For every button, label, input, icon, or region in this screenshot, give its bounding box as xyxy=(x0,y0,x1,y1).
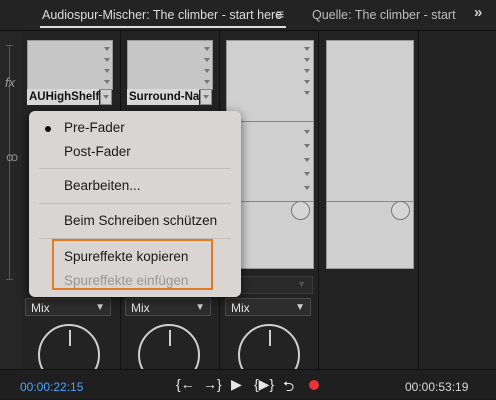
fx-label: fx xyxy=(5,75,16,90)
effect-slot-2[interactable]: Surround-Nac xyxy=(127,89,199,105)
dropdown-arrow-icon[interactable] xyxy=(204,47,210,51)
knob-indicator xyxy=(69,330,71,346)
knob-indicator xyxy=(269,330,271,346)
dropdown-arrow-icon[interactable] xyxy=(104,58,110,62)
channel-mode-dropdown[interactable]: Mix ▼ xyxy=(225,298,311,316)
go-to-out-point-icon[interactable]: →} xyxy=(203,376,222,392)
dropdown-arrow-icon[interactable] xyxy=(104,47,110,51)
dropdown-arrow-icon[interactable] xyxy=(304,47,310,51)
dropdown-arrow-icon[interactable] xyxy=(304,172,310,176)
dropdown-arrow-icon[interactable] xyxy=(104,80,110,84)
channel-mode-dropdown[interactable]: Mix ▼ xyxy=(25,298,111,316)
effect-dropdown[interactable] xyxy=(200,89,212,105)
double-chevron-right-icon[interactable]: » xyxy=(474,4,482,21)
active-tab-underline xyxy=(40,26,286,28)
knob-indicator xyxy=(169,330,171,346)
record-icon[interactable] xyxy=(309,380,319,390)
hamburger-icon[interactable]: ≡ xyxy=(276,6,284,22)
current-timecode[interactable]: 00:00:22:15 xyxy=(20,380,83,394)
effect-dropdown[interactable] xyxy=(100,89,112,105)
dropdown-arrow-icon[interactable] xyxy=(204,58,210,62)
sidebar-tick xyxy=(6,279,13,280)
play-in-to-out-icon[interactable]: {▶} xyxy=(254,376,274,393)
send-level-knob[interactable] xyxy=(291,201,310,220)
strip-divider xyxy=(318,31,319,369)
dropdown-arrow-icon[interactable] xyxy=(204,80,210,84)
menu-item-write-protect[interactable]: Beim Schreiben schützen xyxy=(64,213,217,228)
sends-icon: ꝏ xyxy=(6,150,19,164)
dropdown-value: Mix xyxy=(231,301,250,315)
menu-item-post-fader[interactable]: Post-Fader xyxy=(64,144,131,159)
effects-insert-area[interactable] xyxy=(127,40,213,90)
dropdown-value: Mix xyxy=(31,301,50,315)
chevron-down-icon: ▼ xyxy=(297,279,306,289)
tab-audio-track-mixer[interactable]: Audiospur-Mischer: The climber - start h… xyxy=(42,8,282,22)
effects-and-sends-area[interactable] xyxy=(326,40,414,269)
tab-source[interactable]: Quelle: The climber - start h xyxy=(312,8,456,22)
dropdown-arrow-icon[interactable] xyxy=(304,130,310,134)
dropdown-arrow-icon[interactable] xyxy=(204,69,210,73)
dropdown-arrow-icon[interactable] xyxy=(304,91,310,95)
selected-bullet-icon xyxy=(45,126,51,132)
go-to-in-point-icon[interactable]: {← xyxy=(176,376,195,392)
dropdown-arrow-icon xyxy=(203,95,209,99)
dropdown-arrow-icon xyxy=(103,95,109,99)
channel-mode-dropdown[interactable]: Mix ▼ xyxy=(125,298,211,316)
dropdown-arrow-icon[interactable] xyxy=(304,69,310,73)
effect-slot-1[interactable]: AUHighShelf xyxy=(27,89,99,105)
menu-item-pre-fader[interactable]: Pre-Fader xyxy=(64,120,125,135)
strip-divider xyxy=(418,31,419,369)
menu-separator xyxy=(39,168,231,169)
dropdown-arrow-icon[interactable] xyxy=(304,186,310,190)
dropdown-value: Mix xyxy=(131,301,150,315)
play-icon[interactable]: ▶ xyxy=(231,376,242,393)
highlight-box xyxy=(52,239,213,290)
effects-insert-area[interactable] xyxy=(27,40,113,90)
loop-icon[interactable]: ⮌ xyxy=(283,376,294,400)
dropdown-arrow-icon[interactable] xyxy=(304,58,310,62)
send-level-knob[interactable] xyxy=(391,201,410,220)
dropdown-arrow-icon[interactable] xyxy=(304,158,310,162)
dropdown-arrow-icon[interactable] xyxy=(304,144,310,148)
chevron-down-icon: ▼ xyxy=(95,302,105,313)
dropdown-arrow-icon[interactable] xyxy=(304,80,310,84)
menu-separator xyxy=(39,203,231,204)
sidebar-tick xyxy=(6,45,13,46)
chevron-down-icon: ▼ xyxy=(295,302,305,313)
menu-item-edit[interactable]: Bearbeiten... xyxy=(64,178,141,193)
duration-timecode: 00:00:53:19 xyxy=(405,380,469,394)
chevron-down-icon: ▼ xyxy=(195,302,205,313)
dropdown-arrow-icon[interactable] xyxy=(104,69,110,73)
